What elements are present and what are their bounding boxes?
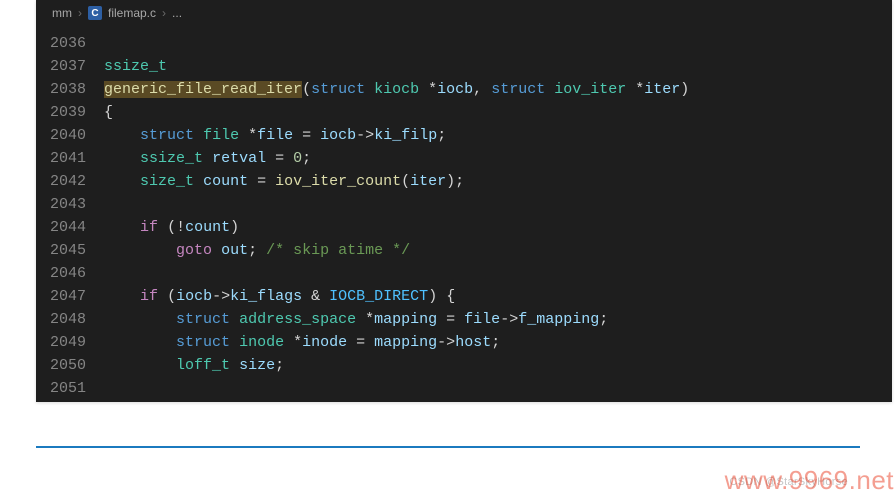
line-number: 2040 xyxy=(50,124,86,147)
line-number: 2041 xyxy=(50,147,86,170)
line-number: 2039 xyxy=(50,101,86,124)
divider xyxy=(36,446,860,448)
breadcrumb-segment-1[interactable]: filemap.c xyxy=(108,6,156,20)
line-number: 2044 xyxy=(50,216,86,239)
breadcrumb[interactable]: mm › C filemap.c › ... xyxy=(36,0,892,26)
code-line[interactable] xyxy=(104,262,892,285)
breadcrumb-segment-0[interactable]: mm xyxy=(52,6,72,20)
code-line[interactable]: size_t count = iov_iter_count(iter); xyxy=(104,170,892,193)
code-line[interactable]: struct inode *inode = mapping->host; xyxy=(104,331,892,354)
c-file-icon: C xyxy=(88,6,102,20)
code-line[interactable]: ssize_t xyxy=(104,55,892,78)
line-number: 2036 xyxy=(50,32,86,55)
code-line[interactable]: if (iocb->ki_flags & IOCB_DIRECT) { xyxy=(104,285,892,308)
breadcrumb-segment-2[interactable]: ... xyxy=(172,6,182,20)
chevron-right-icon: › xyxy=(78,6,82,20)
line-number: 2043 xyxy=(50,193,86,216)
line-number: 2051 xyxy=(50,377,86,400)
watermark: www.9969.net xyxy=(725,465,894,496)
code-line[interactable]: ssize_t retval = 0; xyxy=(104,147,892,170)
code-line[interactable]: { xyxy=(104,101,892,124)
chevron-right-icon: › xyxy=(162,6,166,20)
line-number: 2049 xyxy=(50,331,86,354)
line-gutter: 2036203720382039204020412042204320442045… xyxy=(36,26,104,402)
line-number: 2037 xyxy=(50,55,86,78)
code-line[interactable] xyxy=(104,377,892,400)
line-number: 2047 xyxy=(50,285,86,308)
code-line[interactable]: struct file *file = iocb->ki_filp; xyxy=(104,124,892,147)
line-number: 2042 xyxy=(50,170,86,193)
code-line[interactable]: generic_file_read_iter(struct kiocb *ioc… xyxy=(104,78,892,101)
code-editor: mm › C filemap.c › ... 20362037203820392… xyxy=(36,0,892,402)
code-line[interactable] xyxy=(104,32,892,55)
code-line[interactable]: loff_t size; xyxy=(104,354,892,377)
code-line[interactable]: if (!count) xyxy=(104,216,892,239)
code-area[interactable]: ssize_tgeneric_file_read_iter(struct kio… xyxy=(104,26,892,402)
code-line[interactable]: goto out; /* skip atime */ xyxy=(104,239,892,262)
line-number: 2038 xyxy=(50,78,86,101)
code-line[interactable] xyxy=(104,193,892,216)
editor-body: 2036203720382039204020412042204320442045… xyxy=(36,26,892,402)
line-number: 2048 xyxy=(50,308,86,331)
line-number: 2046 xyxy=(50,262,86,285)
line-number: 2050 xyxy=(50,354,86,377)
code-line[interactable]: struct address_space *mapping = file->f_… xyxy=(104,308,892,331)
line-number: 2045 xyxy=(50,239,86,262)
